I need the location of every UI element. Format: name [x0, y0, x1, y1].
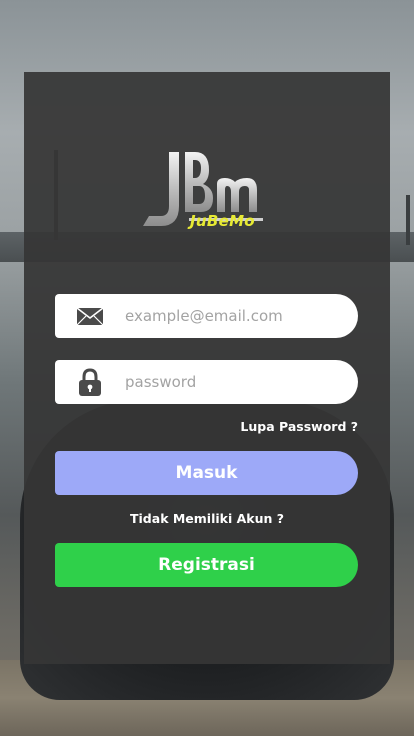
no-account-prompt: Tidak Memiliki Akun ? — [130, 511, 284, 526]
email-input[interactable] — [125, 294, 340, 338]
register-button[interactable]: Registrasi — [55, 543, 358, 587]
login-button[interactable]: Masuk — [55, 451, 358, 495]
password-input[interactable] — [125, 360, 340, 404]
background-light-pole — [406, 195, 410, 245]
lock-icon — [79, 368, 101, 396]
login-screen: JuBeMo Lupa Password ? Masuk Tidak Memil… — [0, 0, 414, 736]
password-field[interactable] — [55, 360, 358, 404]
brand-name: JuBeMo — [190, 212, 255, 230]
envelope-icon — [76, 307, 104, 326]
forgot-password-link[interactable]: Lupa Password ? — [240, 419, 358, 434]
email-field[interactable] — [55, 294, 358, 338]
